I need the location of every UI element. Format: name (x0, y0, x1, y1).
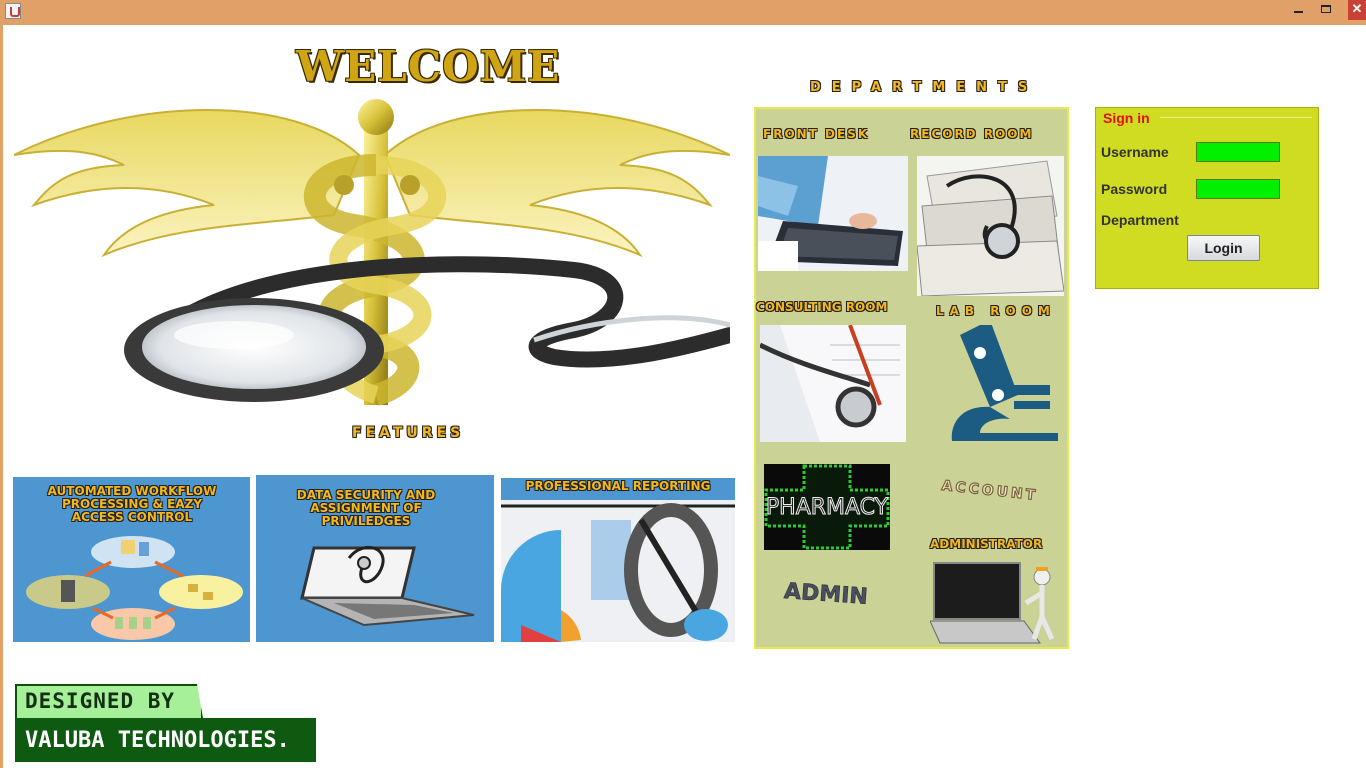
minimize-icon (1293, 11, 1303, 13)
features-heading: FEATURES (352, 425, 465, 441)
record-room-image[interactable] (917, 156, 1064, 296)
password-label: Password (1101, 181, 1168, 197)
sign-in-legend: Sign in (1103, 110, 1150, 126)
sign-in-panel: Sign in Username Password Department Log… (1095, 107, 1319, 289)
window-title-bar: ✕ (0, 0, 1366, 25)
designed-by-text: DESIGNED BY (25, 689, 176, 713)
close-icon: ✕ (1351, 1, 1363, 16)
feature-tile-workflow: AUTOMATED WORKFLOW PROCESSING & EAZY ACC… (13, 477, 250, 642)
dept-label-front-desk: FRONT DESK (763, 127, 870, 141)
consulting-room-image[interactable] (760, 325, 906, 442)
pharmacy-sign[interactable]: PHARMACY (764, 464, 890, 550)
maximize-icon (1321, 5, 1331, 13)
welcome-heading: WELCOME (296, 42, 561, 91)
username-label: Username (1101, 144, 1169, 160)
workflow-diagram-image (26, 536, 243, 640)
company-name: VALUBA TECHNOLOGIES. (25, 728, 290, 753)
account-tiles-text: ACCOUNT (941, 478, 1039, 504)
account-tiles[interactable]: ACCOUNT (922, 475, 1058, 505)
maximize-button[interactable] (1316, 0, 1336, 20)
pharmacy-sign-text: PHARMACY (766, 495, 889, 520)
password-input[interactable] (1196, 179, 1280, 199)
department-label: Department (1101, 212, 1179, 228)
legend-divider (1160, 117, 1312, 118)
java-app-icon (5, 3, 21, 19)
dept-label-record-room: RECORD ROOM (910, 127, 1034, 141)
departments-panel: FRONT DESK RECORD ROOM CONSULTING ROOM L… (754, 107, 1069, 649)
reporting-chart-image (501, 500, 735, 642)
feature-tile-security: DATA SECURITY AND ASSIGNMENT OF PRIVILED… (256, 475, 494, 642)
dept-label-consulting-room: CONSULTING ROOM (756, 300, 888, 314)
feature-title: DATA SECURITY AND ASSIGNMENT OF PRIVILED… (296, 488, 436, 528)
window-border (0, 25, 3, 768)
username-input[interactable] (1196, 142, 1280, 162)
admin-text-logo[interactable]: ADMIN (764, 577, 888, 609)
close-button[interactable]: ✕ (1348, 0, 1366, 20)
dept-label-lab-room: LAB ROOM (936, 304, 1056, 318)
feature-tile-reporting: PROFESSIONAL REPORTING (501, 478, 735, 642)
caduceus-stethoscope-image (14, 99, 730, 406)
lab-room-microscope-icon[interactable] (940, 325, 1060, 443)
laptop-stethoscope-image (300, 545, 475, 627)
administrator-image[interactable] (930, 559, 1062, 647)
login-button[interactable]: Login (1187, 235, 1260, 261)
designed-by-logo: DESIGNED BY VALUBA TECHNOLOGIES. (15, 684, 316, 764)
minimize-button[interactable] (1288, 0, 1308, 20)
feature-title: PROFESSIONAL REPORTING (525, 479, 711, 493)
dept-label-administrator: ADMINISTRATOR (930, 537, 1043, 551)
departments-heading: DEPARTMENTS (810, 80, 1039, 95)
feature-title: AUTOMATED WORKFLOW PROCESSING & EAZY ACC… (47, 484, 217, 524)
admin-text: ADMIN (783, 579, 868, 609)
front-desk-image[interactable] (758, 156, 908, 271)
